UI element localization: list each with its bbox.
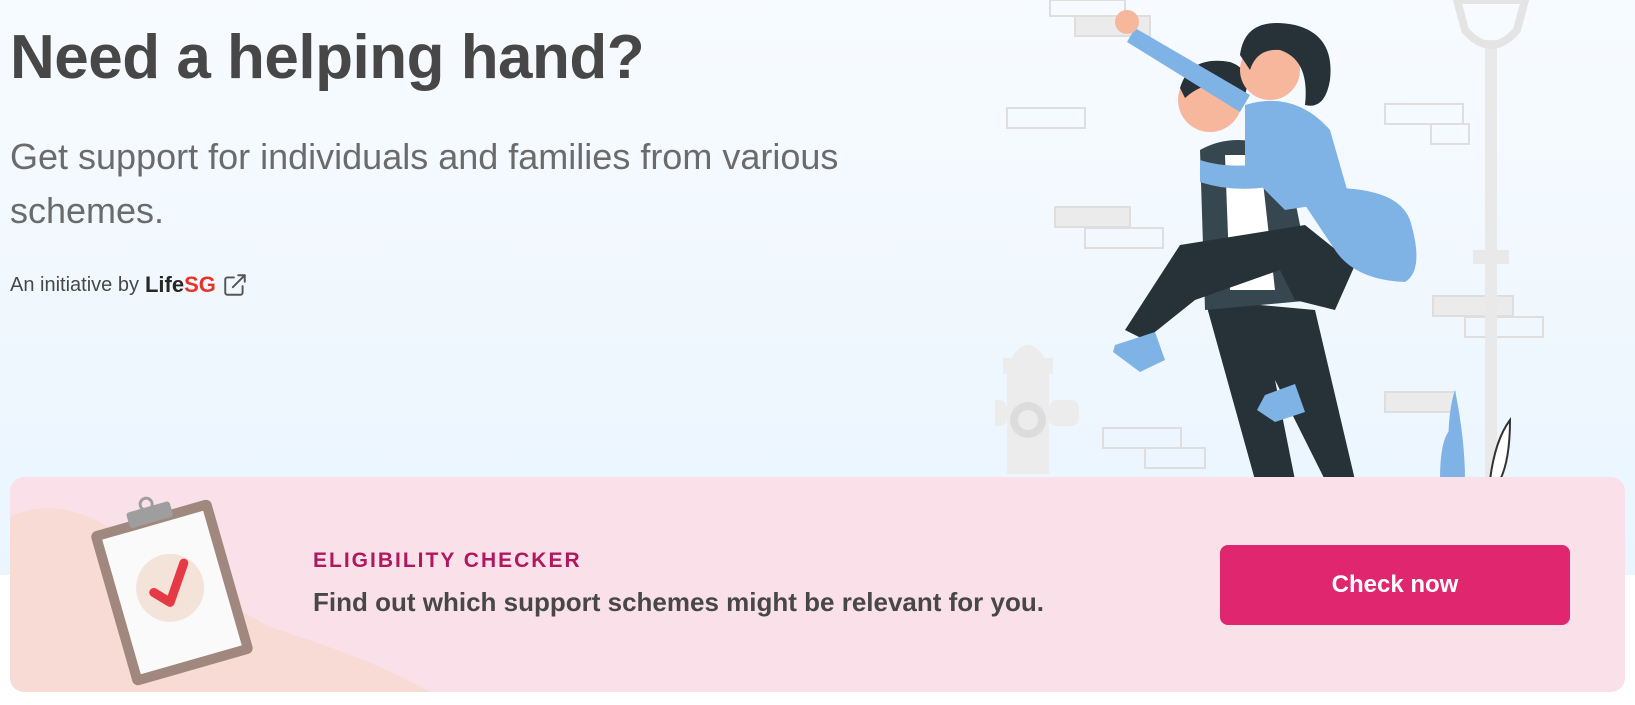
eligibility-description: Find out which support schemes might be …: [313, 587, 1044, 617]
page-title: Need a helping hand?: [10, 23, 645, 92]
external-link-icon[interactable]: [222, 272, 248, 298]
initiative-line: An initiative by LifeSG: [10, 272, 248, 298]
eligibility-label: ELIGIBILITY CHECKER: [313, 549, 582, 572]
lifesg-logo[interactable]: LifeSG: [145, 272, 216, 298]
brand-sg: SG: [184, 272, 216, 297]
eligibility-checker-card: ELIGIBILITY CHECKER Find out which suppo…: [10, 477, 1625, 692]
clipboard-check-icon: [91, 496, 253, 686]
hero-subtitle: Get support for individuals and families…: [10, 136, 839, 231]
check-now-button[interactable]: Check now: [1220, 545, 1570, 625]
piggyback-illustration: [995, 0, 1544, 480]
brand-life: Life: [144, 272, 185, 297]
initiative-prefix: An initiative by: [10, 273, 139, 296]
